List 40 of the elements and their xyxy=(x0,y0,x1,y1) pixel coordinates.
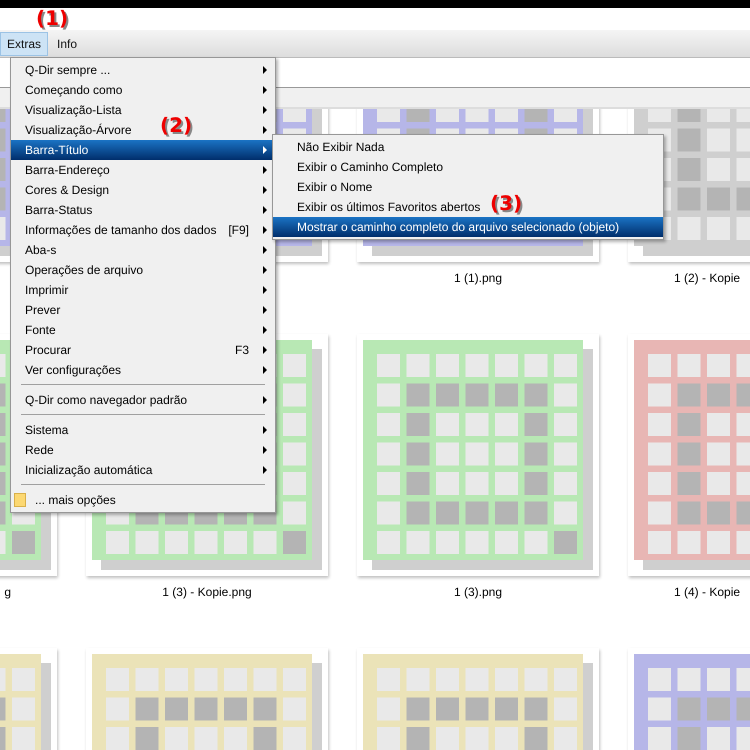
shortcut-label: F3 xyxy=(234,343,249,357)
file-name: 1 (1).png xyxy=(454,271,502,286)
menu-item[interactable]: Exibir o Caminho Completo xyxy=(297,160,444,174)
menu-item[interactable]: Exibir o Nome xyxy=(297,180,372,194)
step-number-label: (2) xyxy=(160,113,192,137)
menu-item[interactable]: Visualização-Lista xyxy=(25,103,122,117)
menu-item[interactable]: Inicialização automática xyxy=(25,463,152,477)
menu-item[interactable]: Cores & Design xyxy=(25,183,110,197)
menu-item[interactable]: Rede xyxy=(25,443,54,457)
menu-bar-item[interactable]: Extras xyxy=(0,32,48,56)
file-name: 1 (3) - Kopie.png xyxy=(162,585,252,600)
file-name: 1 (2) - Kopie xyxy=(674,271,740,286)
menu-item[interactable]: Operações de arquivo xyxy=(25,263,144,277)
menu-item[interactable]: Procurar xyxy=(25,343,72,357)
menu-item[interactable]: Imprimir xyxy=(25,283,68,297)
menu-item[interactable]: Prever xyxy=(25,303,60,317)
step-number-label: (3) xyxy=(490,191,522,215)
menu-item[interactable]: Ver configurações xyxy=(25,363,122,377)
menu-item[interactable]: Começando como xyxy=(25,83,122,97)
folder-icon xyxy=(14,493,26,507)
menu-item[interactable]: Aba-s xyxy=(25,243,56,257)
menu-item[interactable]: Barra-Endereço xyxy=(25,163,110,177)
menu-item[interactable]: Mostrar o caminho completo do arquivo selecionado (objeto) xyxy=(273,217,663,237)
menu-item[interactable]: Sistema xyxy=(25,423,68,437)
menu-item[interactable]: Informações de tamanho dos dados xyxy=(25,223,216,237)
file-name: 1 (3).png xyxy=(454,585,502,600)
menu-item[interactable]: ... mais opções xyxy=(35,493,116,507)
file-name: 1 (4) - Kopie xyxy=(674,585,740,600)
menu-item[interactable]: Barra-Título xyxy=(11,140,275,160)
menu-item[interactable]: Não Exibir Nada xyxy=(297,140,384,154)
menu-item[interactable]: Q-Dir sempre ... xyxy=(25,63,110,77)
menu-item[interactable]: Barra-Status xyxy=(25,203,92,217)
menu-item[interactable]: Visualização-Árvore xyxy=(25,123,132,137)
step-number-label: (1) xyxy=(36,6,68,30)
file-name: g xyxy=(4,585,11,600)
menu-bar-item[interactable]: Info xyxy=(50,32,84,56)
menu-item[interactable]: Exibir os últimos Favoritos abertos xyxy=(297,200,480,214)
menu-item[interactable]: Q-Dir como navegador padrão xyxy=(25,393,188,407)
menu-item[interactable]: Fonte xyxy=(25,323,56,337)
shortcut-label: [F9] xyxy=(228,223,249,237)
